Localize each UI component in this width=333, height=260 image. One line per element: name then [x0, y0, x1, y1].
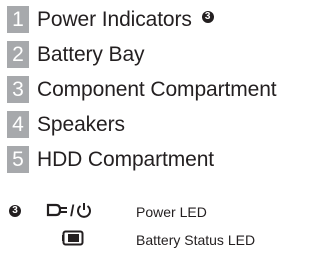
- legend-item-speakers: 4 Speakers: [7, 111, 333, 138]
- legend-label: Component Compartment: [37, 78, 277, 101]
- legend-item-power-indicators: 1 Power Indicators 3: [7, 6, 333, 33]
- note-reference-marker: 3: [201, 11, 214, 24]
- legend-label-container: Power Indicators 3: [37, 6, 214, 33]
- legend-label: Battery Bay: [37, 43, 145, 66]
- battery-icon: [62, 230, 84, 251]
- legend-item-battery-bay: 2 Battery Bay: [7, 41, 333, 68]
- power-symbol-icon: [76, 202, 92, 223]
- power-led-row: / Power LED: [46, 202, 207, 223]
- component-legend: 1 Power Indicators 3 2 Battery Bay 3 Com…: [7, 6, 333, 181]
- ac-power-plug-icon: [46, 203, 68, 222]
- legend-label: HDD Compartment: [37, 148, 215, 171]
- battery-led-row: Battery Status LED: [62, 230, 255, 251]
- legend-label: Speakers: [37, 113, 125, 136]
- battery-status-led-label: Battery Status LED: [136, 232, 256, 248]
- legend-number-badge: 3: [7, 76, 29, 103]
- legend-number-badge: 1: [7, 6, 29, 33]
- power-led-icons: /: [46, 202, 92, 223]
- legend-item-hdd-compartment: 5 HDD Compartment: [7, 146, 333, 173]
- icon-separator: /: [70, 203, 75, 220]
- legend-number-badge: 2: [7, 41, 29, 68]
- legend-number-badge: 4: [7, 111, 29, 138]
- legend-item-component-compartment: 3 Component Compartment: [7, 76, 333, 103]
- power-led-label: Power LED: [136, 204, 207, 220]
- legend-label: Power Indicators: [37, 8, 192, 31]
- note-marker: 3: [9, 205, 21, 217]
- legend-number-badge: 5: [7, 146, 29, 173]
